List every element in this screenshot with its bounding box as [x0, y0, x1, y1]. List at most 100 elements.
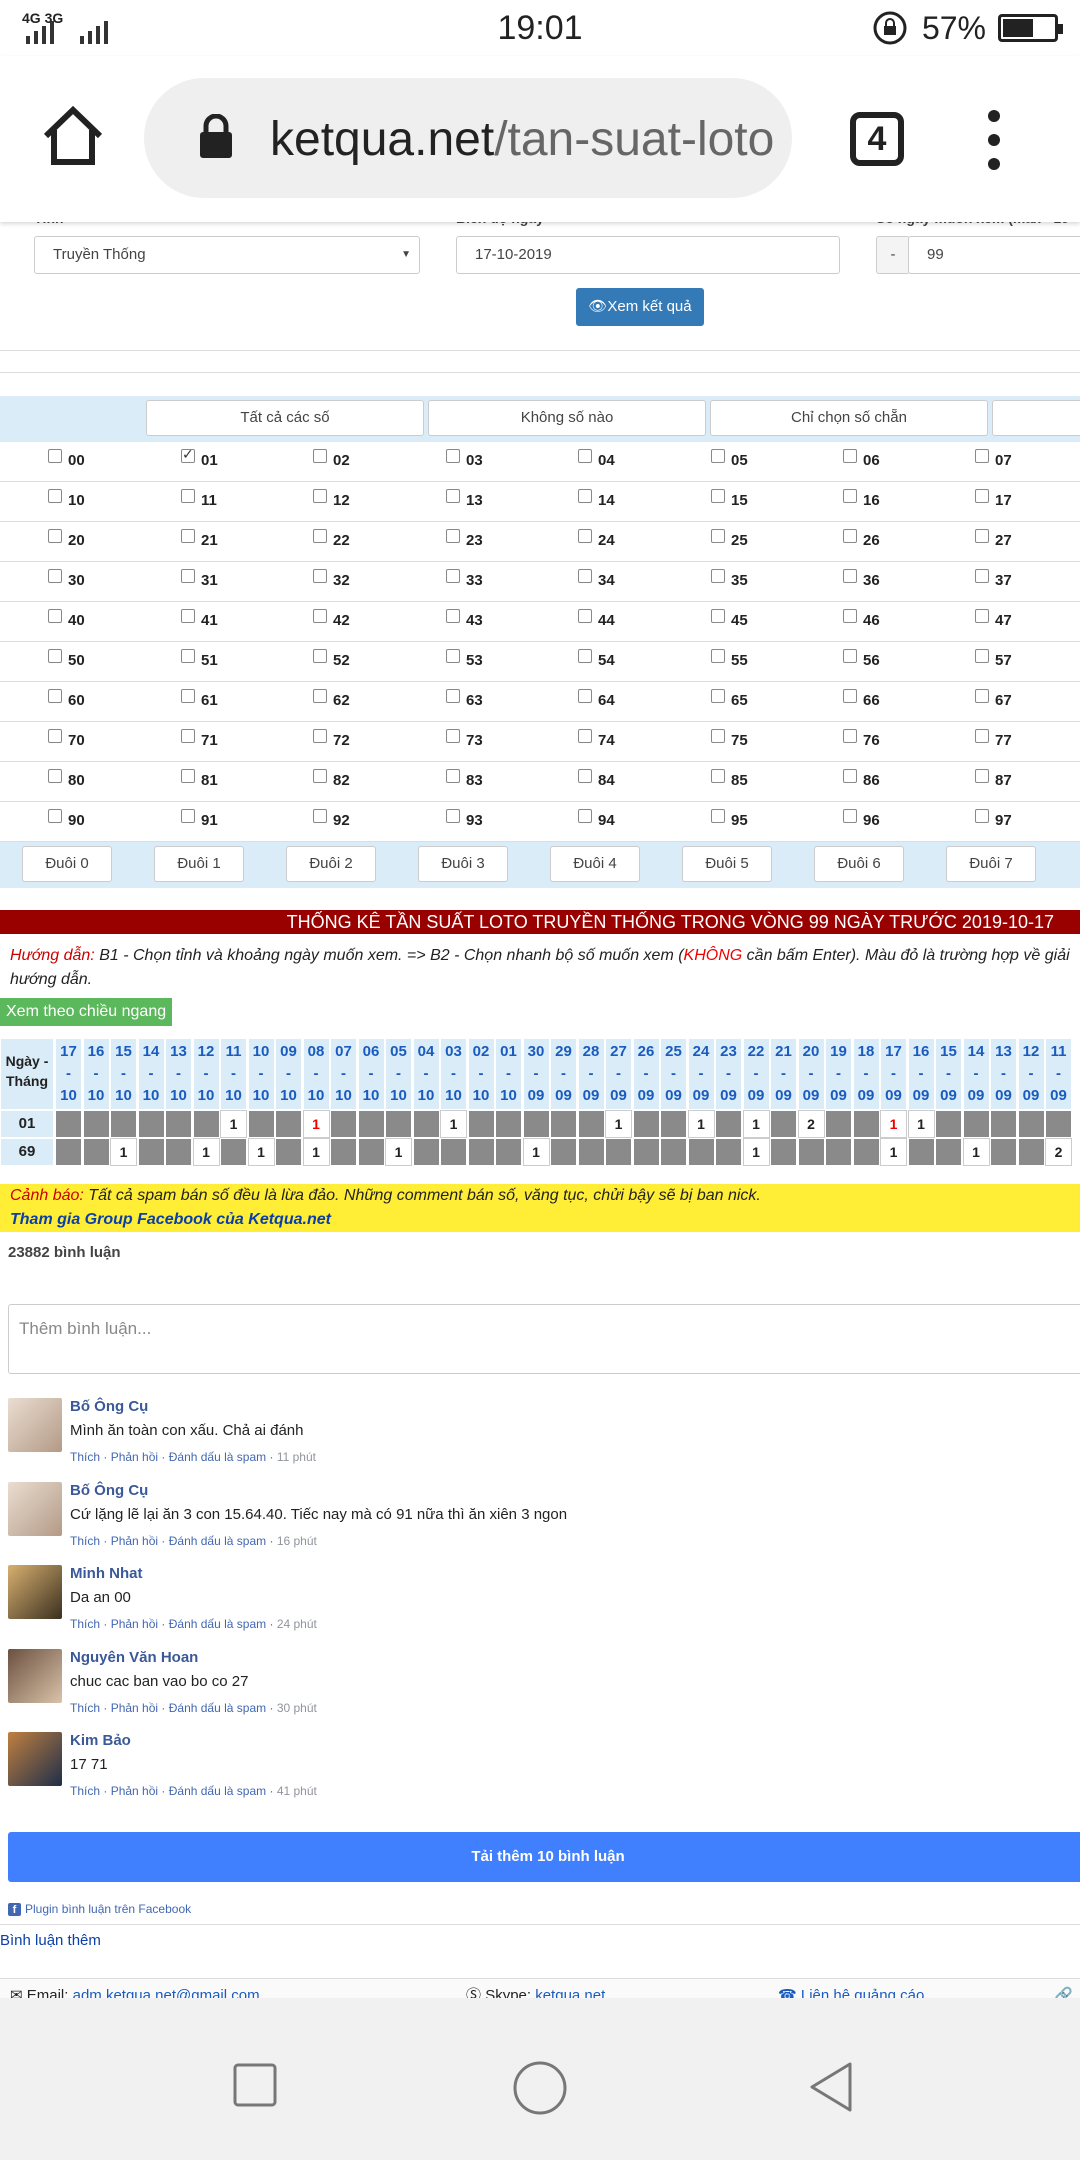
number-checkbox-37[interactable]: 37: [975, 569, 1012, 589]
number-checkbox-92[interactable]: 92: [313, 809, 350, 829]
tail-button-7[interactable]: Đuôi 7: [946, 846, 1036, 882]
number-checkbox-41[interactable]: 41: [181, 609, 218, 629]
checkbox[interactable]: [48, 649, 62, 663]
checkbox[interactable]: [975, 449, 989, 463]
number-checkbox-81[interactable]: 81: [181, 769, 218, 789]
days-input[interactable]: 99: [908, 236, 1080, 274]
number-checkbox-05[interactable]: 05: [711, 449, 748, 469]
number-checkbox-61[interactable]: 61: [181, 689, 218, 709]
number-checkbox-96[interactable]: 96: [843, 809, 880, 829]
number-checkbox-57[interactable]: 57: [975, 649, 1012, 669]
number-checkbox-34[interactable]: 34: [578, 569, 615, 589]
checkbox[interactable]: [711, 529, 725, 543]
address-bar[interactable]: ketqua.net/tan-suat-loto: [144, 78, 792, 198]
number-checkbox-95[interactable]: 95: [711, 809, 748, 829]
checkbox[interactable]: [843, 489, 857, 503]
checkbox[interactable]: [843, 449, 857, 463]
number-checkbox-93[interactable]: 93: [446, 809, 483, 829]
checkbox[interactable]: [181, 489, 195, 503]
number-checkbox-03[interactable]: 03: [446, 449, 483, 469]
like-link[interactable]: Thích: [70, 1701, 100, 1715]
checkbox[interactable]: [578, 809, 592, 823]
checkbox[interactable]: [711, 809, 725, 823]
checkbox[interactable]: [843, 649, 857, 663]
checkbox[interactable]: [181, 649, 195, 663]
reply-link[interactable]: Phản hồi: [111, 1617, 158, 1631]
like-link[interactable]: Thích: [70, 1784, 100, 1798]
select-all-button[interactable]: Tất cả các số: [146, 400, 424, 436]
checkbox[interactable]: [843, 689, 857, 703]
checkbox[interactable]: [48, 529, 62, 543]
checkbox[interactable]: [181, 729, 195, 743]
checkbox[interactable]: [843, 569, 857, 583]
checkbox[interactable]: [711, 729, 725, 743]
number-checkbox-27[interactable]: 27: [975, 529, 1012, 549]
number-checkbox-90[interactable]: 90: [48, 809, 85, 829]
number-checkbox-12[interactable]: 12: [313, 489, 350, 509]
checkbox[interactable]: [446, 569, 460, 583]
checkbox[interactable]: [578, 569, 592, 583]
reply-link[interactable]: Phản hồi: [111, 1534, 158, 1548]
checkbox[interactable]: [975, 769, 989, 783]
number-checkbox-35[interactable]: 35: [711, 569, 748, 589]
facebook-group-link[interactable]: Tham gia Group Facebook của Ketqua.net: [10, 1208, 1080, 1232]
plugin-link[interactable]: f Plugin bình luận trên Facebook: [8, 1902, 191, 1917]
checkbox[interactable]: [313, 729, 327, 743]
checkbox[interactable]: [181, 689, 195, 703]
number-checkbox-04[interactable]: 04: [578, 449, 615, 469]
checkbox[interactable]: [578, 769, 592, 783]
mark-spam-link[interactable]: Đánh dấu là spam: [169, 1534, 266, 1548]
more-comments-link[interactable]: Bình luận thêm: [0, 1932, 101, 1949]
checkbox[interactable]: [181, 609, 195, 623]
checkbox[interactable]: [578, 529, 592, 543]
checkbox[interactable]: [975, 489, 989, 503]
number-checkbox-73[interactable]: 73: [446, 729, 483, 749]
number-checkbox-17[interactable]: 17: [975, 489, 1012, 509]
number-checkbox-75[interactable]: 75: [711, 729, 748, 749]
checkbox[interactable]: [181, 569, 195, 583]
checkbox[interactable]: [313, 569, 327, 583]
number-checkbox-83[interactable]: 83: [446, 769, 483, 789]
number-checkbox-23[interactable]: 23: [446, 529, 483, 549]
number-checkbox-76[interactable]: 76: [843, 729, 880, 749]
like-link[interactable]: Thích: [70, 1617, 100, 1631]
number-checkbox-00[interactable]: 00: [48, 449, 85, 469]
avatar[interactable]: [8, 1398, 62, 1452]
number-checkbox-15[interactable]: 15: [711, 489, 748, 509]
number-checkbox-82[interactable]: 82: [313, 769, 350, 789]
checkbox[interactable]: [578, 609, 592, 623]
number-checkbox-91[interactable]: 91: [181, 809, 218, 829]
checkbox[interactable]: [711, 489, 725, 503]
tail-button-4[interactable]: Đuôi 4: [550, 846, 640, 882]
reply-link[interactable]: Phản hồi: [111, 1450, 158, 1464]
home-nav-icon[interactable]: [512, 2060, 568, 2116]
number-checkbox-51[interactable]: 51: [181, 649, 218, 669]
like-link[interactable]: Thích: [70, 1534, 100, 1548]
checkbox[interactable]: [313, 689, 327, 703]
mark-spam-link[interactable]: Đánh dấu là spam: [169, 1701, 266, 1715]
mark-spam-link[interactable]: Đánh dấu là spam: [169, 1450, 266, 1464]
checkbox[interactable]: [48, 769, 62, 783]
number-checkbox-53[interactable]: 53: [446, 649, 483, 669]
number-checkbox-25[interactable]: 25: [711, 529, 748, 549]
comment-author[interactable]: Bố Ông Cụ: [70, 1398, 148, 1415]
number-checkbox-62[interactable]: 62: [313, 689, 350, 709]
checkbox[interactable]: [313, 489, 327, 503]
checkbox[interactable]: [711, 569, 725, 583]
number-checkbox-47[interactable]: 47: [975, 609, 1012, 629]
view-results-button[interactable]: 👁Xem kết quả: [576, 288, 704, 326]
number-checkbox-22[interactable]: 22: [313, 529, 350, 549]
select-odd-button[interactable]: [992, 400, 1080, 436]
checkbox[interactable]: [975, 649, 989, 663]
number-checkbox-72[interactable]: 72: [313, 729, 350, 749]
checkbox[interactable]: [446, 809, 460, 823]
tail-button-3[interactable]: Đuôi 3: [418, 846, 508, 882]
checkbox[interactable]: [578, 489, 592, 503]
checkbox[interactable]: [843, 729, 857, 743]
avatar[interactable]: [8, 1732, 62, 1786]
date-input[interactable]: 17-10-2019: [456, 236, 840, 274]
checkbox[interactable]: [48, 569, 62, 583]
checkbox[interactable]: [313, 769, 327, 783]
checkbox[interactable]: [578, 729, 592, 743]
checkbox[interactable]: [975, 529, 989, 543]
